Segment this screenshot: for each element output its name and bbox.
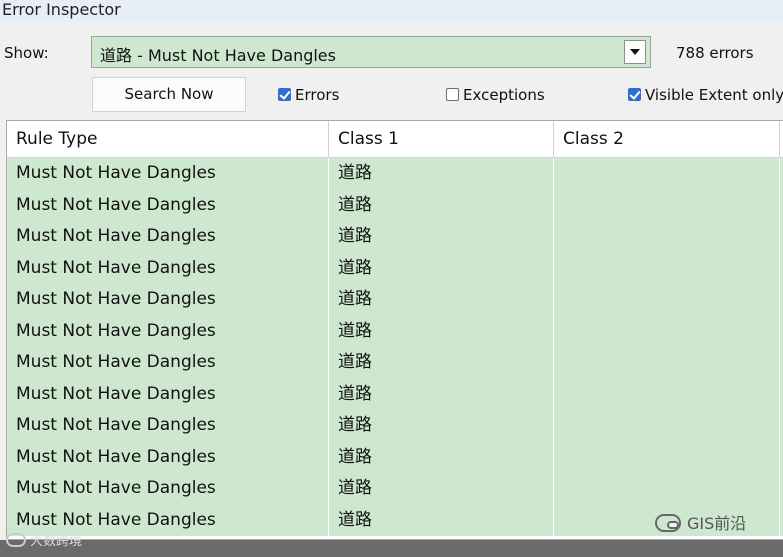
watermark-bottom-text: 大数跨境 bbox=[30, 534, 83, 549]
cell-class-1[interactable]: 道路 bbox=[329, 504, 554, 536]
cell-class-2[interactable] bbox=[554, 410, 780, 442]
watermark-gis-text: GIS前沿 bbox=[687, 514, 747, 533]
cell-rule-type[interactable]: Must Not Have Dangles bbox=[7, 189, 329, 221]
cell-class-2[interactable] bbox=[554, 158, 780, 190]
cell-class-1[interactable]: 道路 bbox=[329, 441, 554, 473]
table-row[interactable]: Must Not Have Dangles 道路 bbox=[7, 347, 783, 379]
cell-class-1[interactable]: 道路 bbox=[329, 221, 554, 253]
cell-rule-type[interactable]: Must Not Have Dangles bbox=[7, 221, 329, 253]
search-now-button[interactable]: Search Now bbox=[92, 77, 246, 112]
column-header-class-1[interactable]: Class 1 bbox=[329, 121, 554, 157]
table-row[interactable]: Must Not Have Dangles 道路 bbox=[7, 410, 783, 442]
cell-rule-type[interactable]: Must Not Have Dangles bbox=[7, 347, 329, 379]
cell-rule-type[interactable]: Must Not Have Dangles bbox=[7, 252, 329, 284]
cell-class-2[interactable] bbox=[554, 221, 780, 253]
cell-class-1[interactable]: 道路 bbox=[329, 158, 554, 190]
cell-class-2[interactable] bbox=[554, 441, 780, 473]
exceptions-checkbox-label: Exceptions bbox=[463, 86, 545, 104]
cell-class-2[interactable] bbox=[554, 315, 780, 347]
cell-class-1[interactable]: 道路 bbox=[329, 410, 554, 442]
visible-extent-checkbox-box[interactable] bbox=[628, 88, 641, 101]
table-row[interactable]: Must Not Have Dangles 道路 bbox=[7, 473, 783, 505]
visible-extent-checkbox-label: Visible Extent only bbox=[645, 86, 783, 104]
window-title: Error Inspector bbox=[0, 0, 783, 22]
cell-rule-type[interactable]: Must Not Have Dangles bbox=[7, 315, 329, 347]
error-count: 788 errors bbox=[676, 44, 754, 62]
cell-class-2[interactable] bbox=[554, 252, 780, 284]
wechat-icon bbox=[655, 514, 681, 532]
watermark-gis: GIS前沿 bbox=[655, 510, 746, 534]
column-header-class-2[interactable]: Class 2 bbox=[554, 121, 780, 157]
logo-icon bbox=[6, 533, 26, 547]
table-body: Must Not Have Dangles 道路 Must Not Have Dan… bbox=[7, 158, 783, 536]
cell-class-1[interactable]: 道路 bbox=[329, 315, 554, 347]
cell-class-2[interactable] bbox=[554, 189, 780, 221]
table-row[interactable]: Must Not Have Dangles 道路 bbox=[7, 284, 783, 316]
status-bar bbox=[0, 540, 783, 557]
table-row[interactable]: Must Not Have Dangles 道路 bbox=[7, 252, 783, 284]
errors-checkbox-label: Errors bbox=[295, 86, 340, 104]
cell-rule-type[interactable]: Must Not Have Dangles bbox=[7, 378, 329, 410]
table-row[interactable]: Must Not Have Dangles 道路 bbox=[7, 441, 783, 473]
cell-class-1[interactable]: 道路 bbox=[329, 347, 554, 379]
show-dropdown-value: 道路 - Must Not Have Dangles bbox=[100, 46, 336, 65]
visible-extent-checkbox[interactable]: Visible Extent only bbox=[628, 86, 783, 104]
cell-class-1[interactable]: 道路 bbox=[329, 284, 554, 316]
table-row[interactable]: Must Not Have Dangles 道路 bbox=[7, 189, 783, 221]
cell-class-2[interactable] bbox=[554, 378, 780, 410]
error-table: Rule Type Class 1 Class 2 Must Not Have … bbox=[6, 120, 783, 540]
table-row[interactable]: Must Not Have Dangles 道路 bbox=[7, 315, 783, 347]
exceptions-checkbox-box[interactable] bbox=[446, 88, 459, 101]
errors-checkbox-box[interactable] bbox=[278, 88, 291, 101]
cell-rule-type[interactable]: Must Not Have Dangles bbox=[7, 158, 329, 190]
cell-class-1[interactable]: 道路 bbox=[329, 189, 554, 221]
table-row[interactable]: Must Not Have Dangles 道路 bbox=[7, 158, 783, 190]
exceptions-checkbox[interactable]: Exceptions bbox=[446, 86, 545, 104]
cell-rule-type[interactable]: Must Not Have Dangles bbox=[7, 284, 329, 316]
cell-class-1[interactable]: 道路 bbox=[329, 473, 554, 505]
chevron-down-icon[interactable] bbox=[624, 40, 646, 64]
cell-class-2[interactable] bbox=[554, 473, 780, 505]
table-row[interactable]: Must Not Have Dangles 道路 bbox=[7, 221, 783, 253]
table-row[interactable]: Must Not Have Dangles 道路 bbox=[7, 378, 783, 410]
cell-class-1[interactable]: 道路 bbox=[329, 378, 554, 410]
cell-class-2[interactable] bbox=[554, 284, 780, 316]
errors-checkbox[interactable]: Errors bbox=[278, 86, 339, 104]
cell-rule-type[interactable]: Must Not Have Dangles bbox=[7, 473, 329, 505]
watermark-bottom: 大数跨境 bbox=[6, 530, 82, 549]
cell-rule-type[interactable]: Must Not Have Dangles bbox=[7, 410, 329, 442]
show-label: Show: bbox=[4, 44, 49, 62]
show-dropdown[interactable]: 道路 - Must Not Have Dangles bbox=[91, 36, 651, 68]
column-header-rule-type[interactable]: Rule Type bbox=[7, 121, 329, 157]
cell-class-1[interactable]: 道路 bbox=[329, 252, 554, 284]
table-header: Rule Type Class 1 Class 2 bbox=[7, 121, 783, 158]
cell-class-2[interactable] bbox=[554, 347, 780, 379]
cell-rule-type[interactable]: Must Not Have Dangles bbox=[7, 441, 329, 473]
